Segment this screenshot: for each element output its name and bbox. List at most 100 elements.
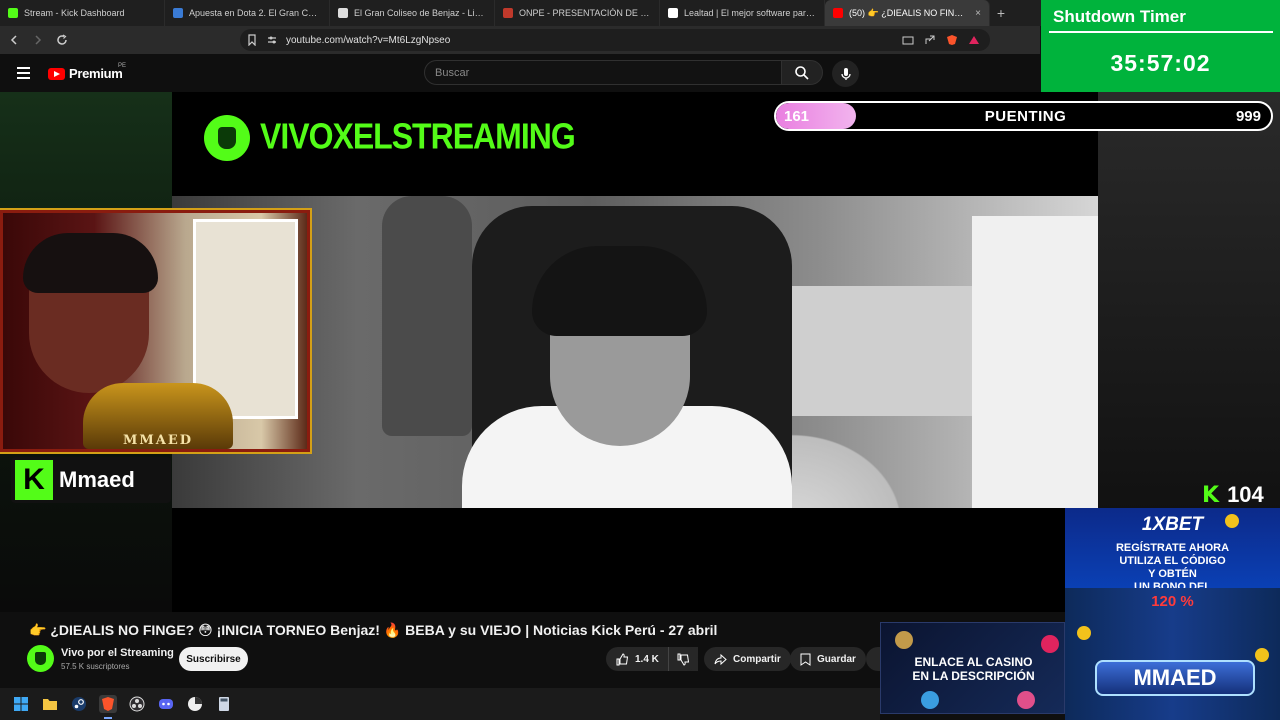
subscriber-count: 57.5 K suscriptores <box>61 662 130 671</box>
brave-icon[interactable] <box>99 695 117 719</box>
ball-icon <box>1017 691 1035 709</box>
obs-icon[interactable] <box>128 695 146 713</box>
heart-icon <box>1041 635 1059 653</box>
steam-icon[interactable] <box>70 695 88 713</box>
save-bookmark-icon <box>800 653 811 666</box>
obs-studio-icon <box>129 696 145 712</box>
channel-name[interactable]: Vivo por el Streaming <box>61 647 174 659</box>
shelf <box>972 216 1098 508</box>
steam-logo-icon <box>72 697 86 711</box>
premium-label: Premium <box>69 66 123 81</box>
thumbs-down-icon <box>677 653 690 666</box>
goal-max: 999 <box>1235 108 1261 125</box>
share-icon[interactable] <box>924 34 936 46</box>
youtube-logo[interactable]: Premium <box>48 66 123 81</box>
tab-title: El Gran Coliseo de Benjaz - Liquipedia <box>354 8 486 18</box>
save-button[interactable]: Guardar <box>790 647 866 671</box>
save-label: Guardar <box>817 653 856 665</box>
thumbs-up-icon <box>616 652 629 665</box>
back-arrow-icon <box>10 35 17 45</box>
tab-title: ONPE - PRESENTACIÓN DE RESULTADOS <box>519 8 651 18</box>
calculator-icon[interactable] <box>215 695 233 713</box>
file-explorer-icon <box>43 699 57 710</box>
youtube-play-icon <box>48 67 65 80</box>
channel-avatar[interactable] <box>27 645 54 672</box>
reload-button[interactable] <box>52 30 72 50</box>
folder-icon[interactable] <box>41 695 59 713</box>
chrome-icon[interactable] <box>186 695 204 713</box>
youtube-favicon-icon <box>833 8 843 18</box>
site-settings-icon[interactable] <box>266 34 278 46</box>
search-input[interactable]: Buscar <box>424 60 782 85</box>
country-code: PE <box>118 63 127 69</box>
tab-lealtad[interactable]: Lealtad | El mejor software para potenci… <box>660 0 825 26</box>
bet-advertisement: 1XBET REGÍSTRATE AHORA UTILIZA EL CÓDIGO… <box>1065 508 1280 720</box>
casino-line: ENLACE AL CASINO <box>914 655 1033 669</box>
tab-title: Stream - Kick Dashboard <box>24 8 125 18</box>
forward-button[interactable] <box>28 30 48 50</box>
viewer-count: 104 <box>1227 482 1264 507</box>
vivoxel-logo-icon <box>204 115 250 161</box>
tab-kick-dashboard[interactable]: Stream - Kick Dashboard <box>0 0 165 26</box>
timer-countdown: 35:57:02 <box>1110 50 1211 76</box>
tab-liquipedia[interactable]: El Gran Coliseo de Benjaz - Liquipedia <box>330 0 495 26</box>
tab-onpe[interactable]: ONPE - PRESENTACIÓN DE RESULTADOS <box>495 0 660 26</box>
tab-title: Apuesta en Dota 2. El Gran Coliseo de <box>189 8 321 18</box>
tab-youtube-active[interactable]: (50) 👉 ¿DIEALIS NO FINGE? 😳 ¡INICIA × <box>825 0 990 26</box>
bet-line: Y OBTÉN <box>1148 568 1197 580</box>
brave-shield-icon[interactable] <box>946 34 958 46</box>
forward-arrow-icon <box>35 35 42 45</box>
coin-icon <box>1077 626 1091 640</box>
onpe-favicon-icon <box>503 8 513 18</box>
streamer-facecam: MMAED <box>0 208 312 454</box>
url-text: youtube.com/watch?v=Mt6LzgNpseo <box>286 34 451 46</box>
back-button[interactable] <box>4 30 24 50</box>
tab-dota-bet[interactable]: Apuesta en Dota 2. El Gran Coliseo de <box>165 0 330 26</box>
windows-logo-icon <box>14 697 28 711</box>
bet-percent: 120 % <box>1151 593 1194 610</box>
tab-title: Lealtad | El mejor software para potenci… <box>684 8 816 18</box>
calculator-app-icon <box>219 697 229 711</box>
bet-line: REGÍSTRATE AHORA <box>1115 542 1230 554</box>
tab-title: (50) 👉 ¿DIEALIS NO FINGE? 😳 ¡INICIA <box>849 7 970 18</box>
new-tab-button[interactable]: + <box>990 5 1012 21</box>
stream-brand-name: VIVOXELSTREAMING <box>260 115 576 157</box>
subscribe-button[interactable]: Suscribirse <box>179 647 248 671</box>
lealtad-favicon-icon <box>668 8 678 18</box>
microphone-icon <box>840 67 851 80</box>
discord-logo-icon <box>159 699 173 709</box>
bookmark-icon[interactable] <box>246 34 258 46</box>
kick-logo-icon: K <box>15 460 53 500</box>
viewer-count-widget: K 104 <box>1202 482 1264 508</box>
close-tab-icon[interactable]: × <box>975 8 981 19</box>
site-favicon-icon <box>173 8 183 18</box>
streamer-name-tag: K Mmaed <box>11 457 171 503</box>
cast-icon[interactable] <box>902 34 914 46</box>
brave-rewards-icon[interactable] <box>968 34 980 46</box>
search-button[interactable] <box>781 60 823 85</box>
more-actions-button[interactable] <box>866 647 880 671</box>
timer-title: Shutdown Timer <box>1053 7 1186 26</box>
bet-promo-code: MMAED <box>1095 660 1255 696</box>
timer-divider <box>1049 31 1273 33</box>
taskbar <box>0 688 880 720</box>
shutdown-timer-widget: Shutdown Timer 35:57:02 <box>1041 0 1280 97</box>
goal-progress-bar: 161 PUENTING 999 <box>774 101 1273 131</box>
guest-hair <box>532 246 707 336</box>
share-label: Compartir <box>733 653 781 665</box>
menu-icon[interactable] <box>17 67 30 79</box>
discord-icon[interactable] <box>157 695 175 713</box>
windows-icon[interactable] <box>12 695 30 713</box>
chip-icon <box>895 631 913 649</box>
coin-icon <box>1225 514 1239 528</box>
liquipedia-favicon-icon <box>338 8 348 18</box>
coin-icon <box>1255 648 1269 662</box>
share-arrow-icon <box>714 653 727 665</box>
address-bar[interactable]: youtube.com/watch?v=Mt6LzgNpseo <box>240 29 990 51</box>
reload-icon <box>57 34 67 45</box>
voice-search-button[interactable] <box>832 60 859 87</box>
share-button[interactable]: Compartir <box>704 647 791 671</box>
dislike-button[interactable] <box>668 647 698 671</box>
browser-toolbar: youtube.com/watch?v=Mt6LzgNpseo <box>0 26 1040 54</box>
bet-logo: 1XBET <box>1141 514 1204 535</box>
